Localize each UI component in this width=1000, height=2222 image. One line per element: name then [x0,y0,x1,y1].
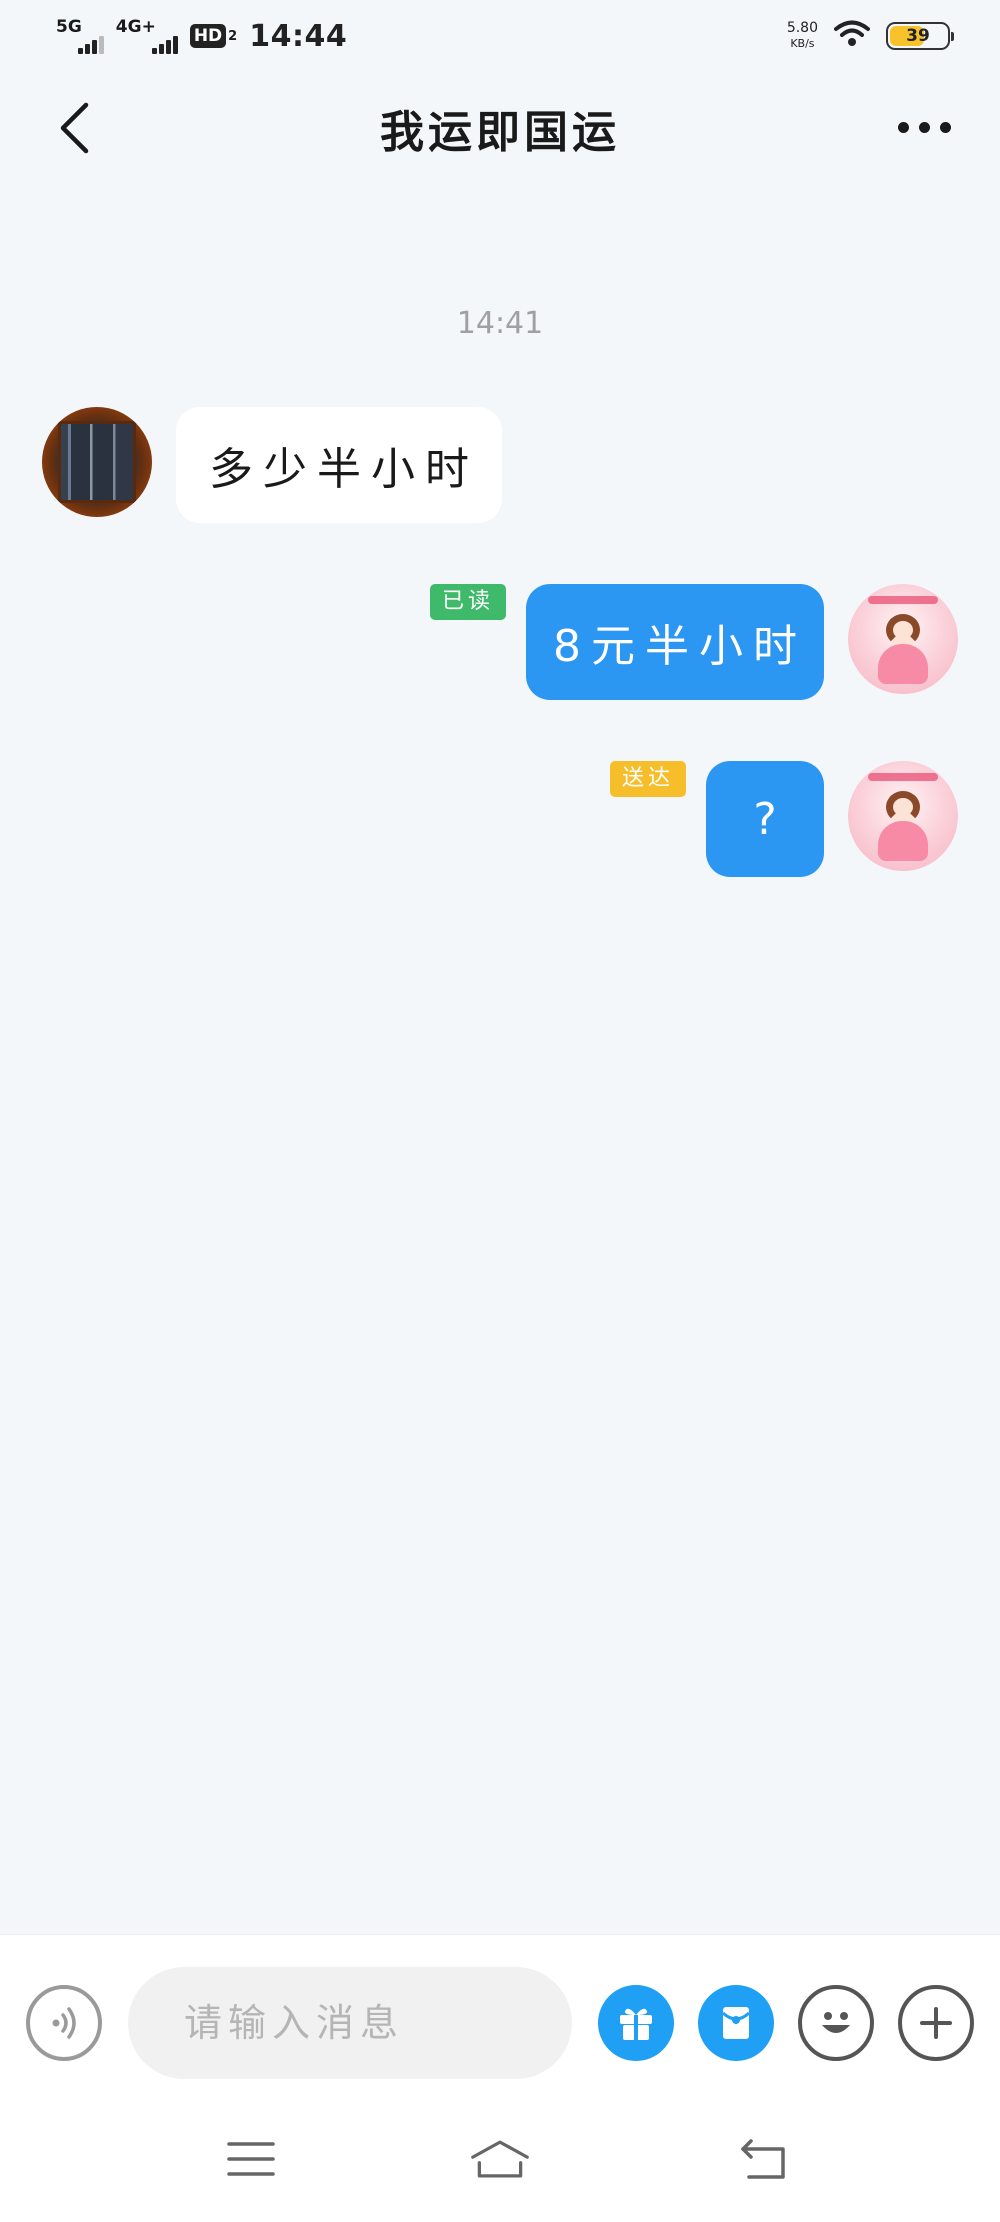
chat-area[interactable]: 14:41 多少半小时 已读 8元半小时 送达 ? [0,184,1000,1934]
back-button[interactable] [46,100,102,156]
voice-icon [52,2007,76,2039]
avatar-girl-face [886,614,920,646]
message-input[interactable] [128,1967,572,2079]
avatar-girl-face [886,791,920,823]
system-nav-bar [0,2098,1000,2222]
more-dot-icon [897,121,909,133]
more-dot-icon [918,121,930,133]
message-text: ? [753,793,777,845]
smile-icon [822,2012,850,2033]
red-packet-icon [721,2007,751,2039]
battery-level: 39 [906,26,930,46]
home-icon [471,2140,529,2178]
status-time: 14:44 [249,18,348,54]
hd-voice-sub: 2 [228,28,238,44]
status-right: 5.80 KB/s 39 [787,19,954,53]
signal-bars-icon [151,36,178,54]
contact-avatar[interactable] [42,407,152,517]
hd-voice-badge: HD [189,24,227,48]
network-label-5g: 5G [56,17,82,37]
input-bar [0,1934,1000,2098]
nav-menu-button[interactable] [221,2134,281,2184]
message-bubble-outgoing[interactable]: 8元半小时 [526,584,824,700]
avatar-girl-dress [878,821,928,861]
signal-5g: 5G [56,16,104,56]
time-separator: 14:41 [456,306,544,341]
battery-icon: 39 [886,22,954,50]
speed-value: 5.80 [786,20,818,36]
read-receipt-badge: 已读 [430,584,507,620]
page-title: 我运即国运 [380,107,620,158]
avatar-girl-dress [878,644,928,684]
network-speed: 5.80 KB/s [787,21,818,51]
my-avatar[interactable] [848,584,958,694]
message-text: 8元半小时 [553,621,807,672]
message-bubble-incoming[interactable]: 多少半小时 [176,407,502,523]
menu-icon [227,2142,275,2176]
nav-back-button[interactable] [734,2134,794,2184]
network-label-4g: 4G+ [115,17,156,37]
voice-input-button[interactable] [26,1985,102,2061]
plus-icon [920,2007,952,2039]
avatar-banner [868,596,938,604]
status-bar: 5G 4G+ HD 2 14:44 5.80 KB/s 39 [0,0,1000,72]
delivered-receipt-badge: 送达 [610,761,687,797]
message-text: 多少半小时 [209,444,479,495]
signal-bars-icon [77,36,104,54]
status-left: 5G 4G+ HD 2 14:44 [56,16,347,56]
emoji-button[interactable] [798,1985,874,2061]
red-packet-button[interactable] [698,1985,774,2061]
chevron-left-icon [60,102,89,154]
signal-4g: 4G+ [116,16,178,56]
more-button[interactable] [884,102,964,152]
gift-icon [620,2008,652,2040]
chat-header: 我运即国运 [0,72,1000,184]
more-actions-button[interactable] [898,1985,974,2061]
speed-unit: KB/s [790,37,815,50]
more-dot-icon [939,121,951,133]
message-bubble-outgoing[interactable]: ? [706,761,824,877]
wifi-icon [832,19,872,53]
avatar-banner [868,773,938,781]
my-avatar[interactable] [848,761,958,871]
door-picture [58,421,136,503]
back-arrow-icon [741,2139,785,2179]
gift-button[interactable] [598,1985,674,2061]
nav-home-button[interactable] [470,2134,530,2184]
